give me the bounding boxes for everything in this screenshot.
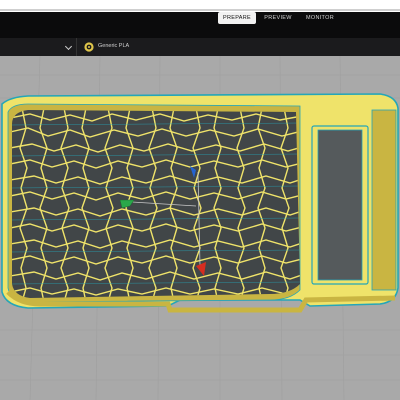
divider xyxy=(0,9,400,11)
window-top-strip xyxy=(0,0,400,12)
tab-monitor[interactable]: MONITOR xyxy=(302,12,338,24)
spool-icon[interactable] xyxy=(84,42,94,52)
tab-preview[interactable]: PREVIEW xyxy=(260,12,296,24)
3d-viewport[interactable] xyxy=(0,56,400,400)
stage-toolbar xyxy=(0,12,400,38)
material-label[interactable]: Generic PLA xyxy=(98,43,129,49)
tab-prepare[interactable]: PREPARE xyxy=(218,12,256,24)
model-phone-case[interactable] xyxy=(1,93,399,313)
